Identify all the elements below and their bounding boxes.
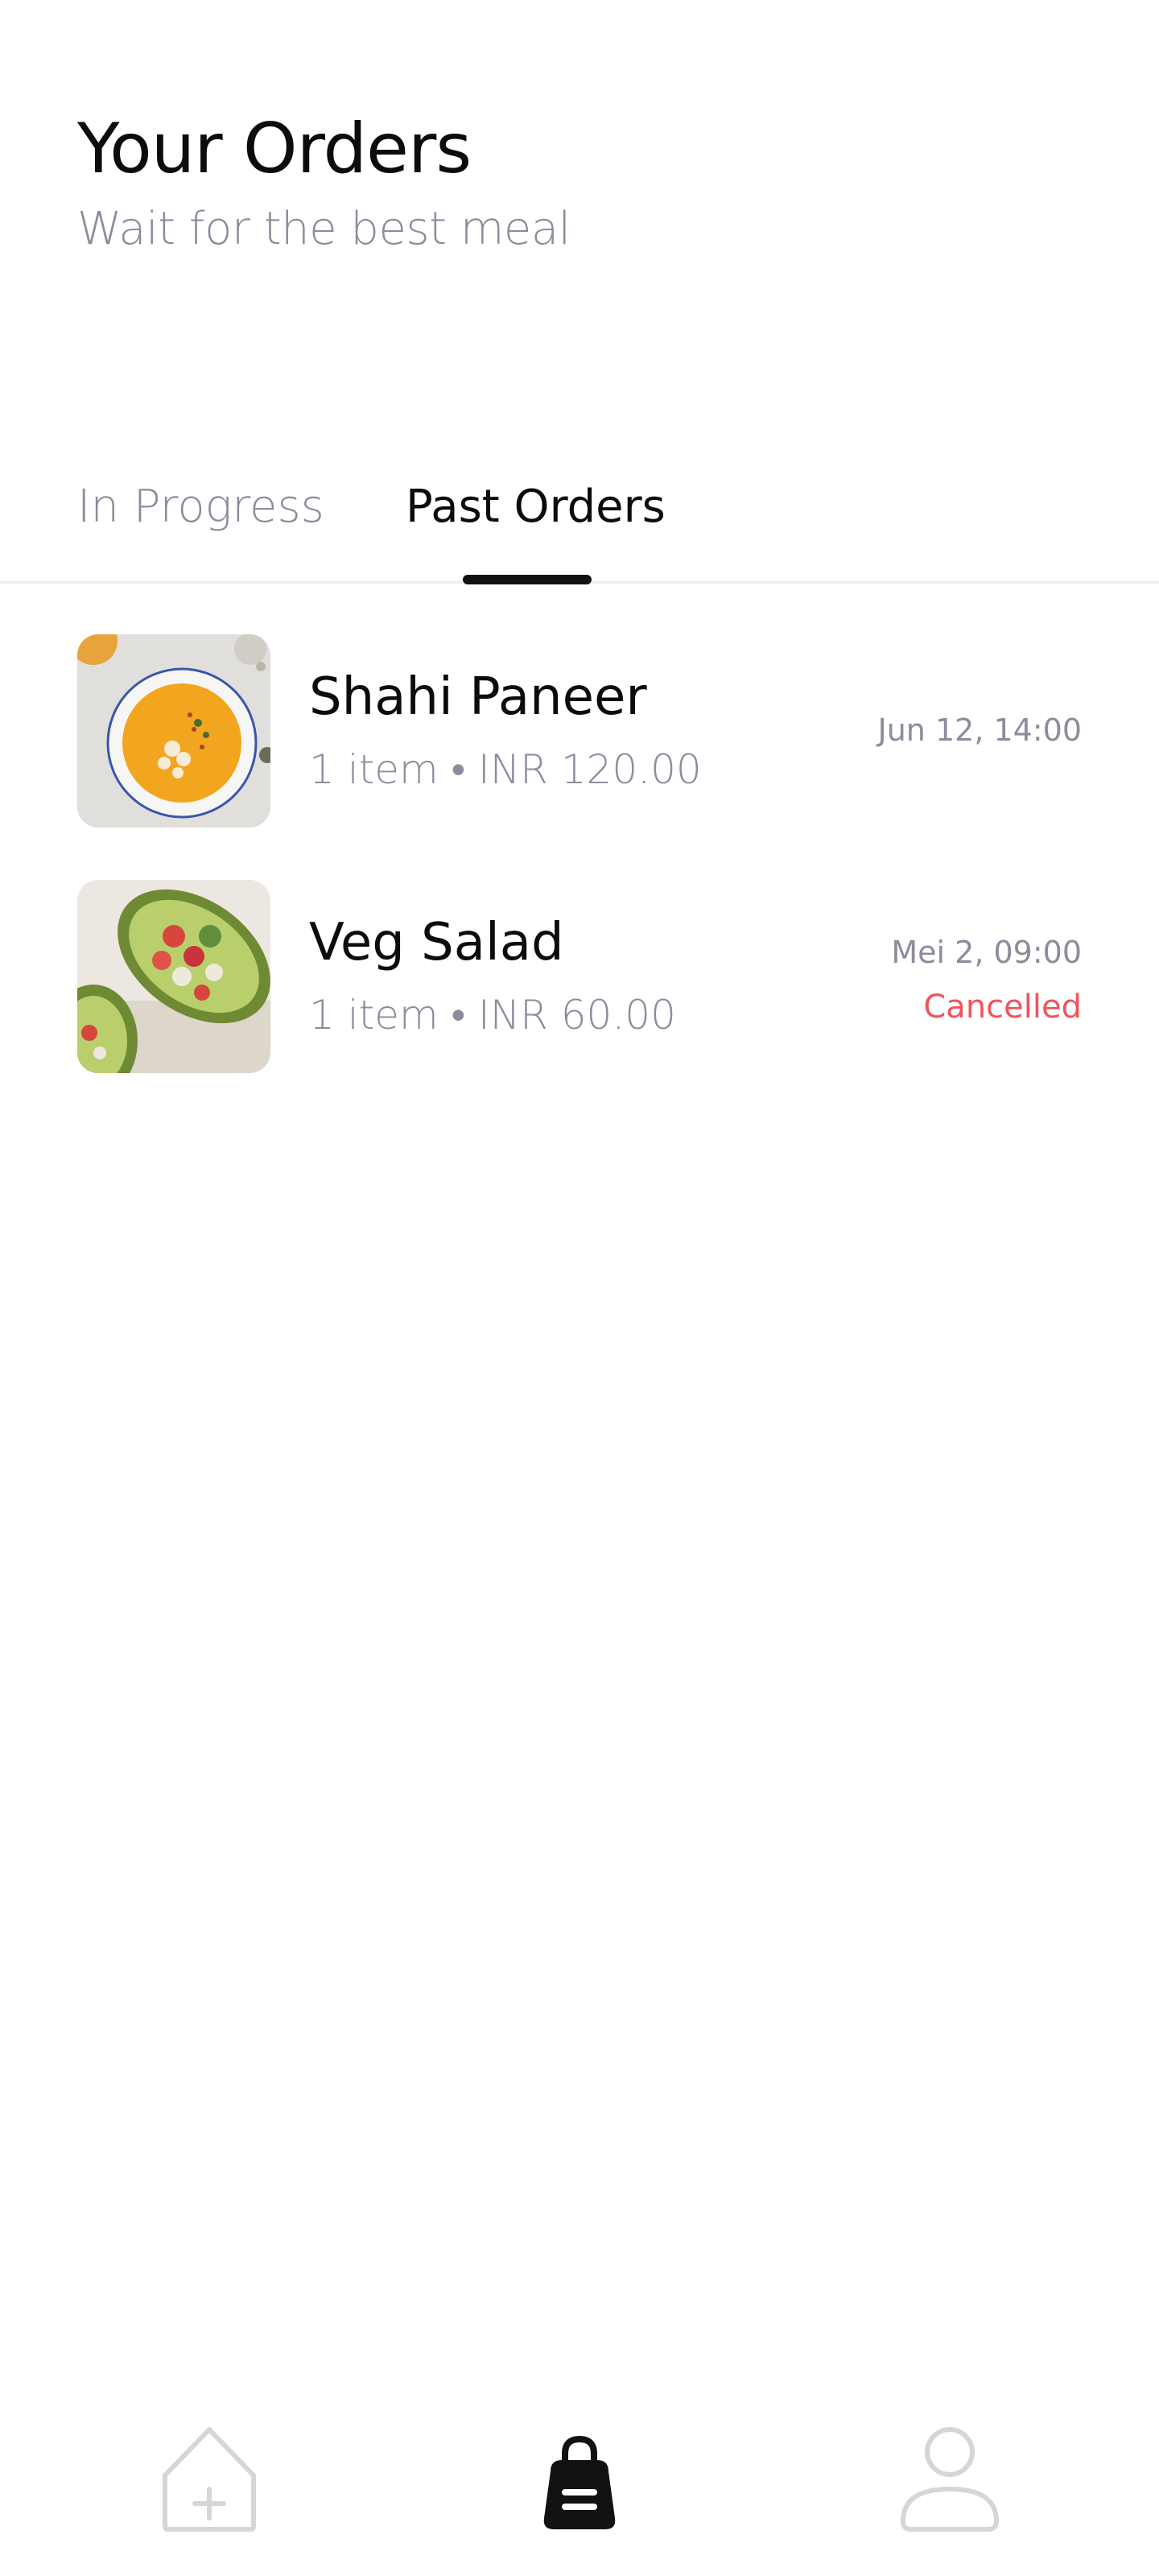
tab-in-progress[interactable]: In Progress: [77, 475, 324, 539]
status-cancelled: Cancelled: [923, 989, 1082, 1026]
active-tab-indicator: [463, 575, 592, 584]
nav-home-button[interactable]: [145, 2415, 274, 2544]
page-title: Your Orders: [77, 109, 472, 189]
avocado-salad-image: [77, 880, 270, 1073]
order-tabs: In Progress Past Orders: [0, 467, 1159, 584]
nav-orders-button[interactable]: [515, 2415, 644, 2544]
order-meta: 1 item • INR 120.00: [309, 746, 702, 793]
page-header: Your Orders Wait for the best meal: [77, 97, 571, 258]
profile-icon: [901, 2427, 999, 2532]
order-name: Shahi Paneer: [309, 667, 647, 727]
order-date: Jun 12, 14:00: [877, 712, 1082, 748]
order-item[interactable]: Shahi Paneer 1 item • INR 120.00 Jun 12,…: [77, 634, 1082, 828]
nav-profile-button[interactable]: [885, 2415, 1014, 2544]
order-date: Mei 2, 09:00: [891, 935, 1082, 970]
shopping-bag-icon: [543, 2435, 616, 2529]
order-name: Veg Salad: [309, 913, 564, 972]
order-meta: 1 item • INR 60.00: [309, 992, 676, 1038]
order-item[interactable]: Veg Salad 1 item • INR 60.00 Mei 2, 09:0…: [77, 880, 1082, 1073]
tab-past-orders[interactable]: Past Orders: [406, 475, 666, 539]
soup-bowl-image: [77, 634, 270, 828]
bottom-navigation: [0, 2415, 1159, 2576]
home-add-icon: [163, 2427, 256, 2532]
page-subtitle: Wait for the best meal: [77, 203, 571, 255]
